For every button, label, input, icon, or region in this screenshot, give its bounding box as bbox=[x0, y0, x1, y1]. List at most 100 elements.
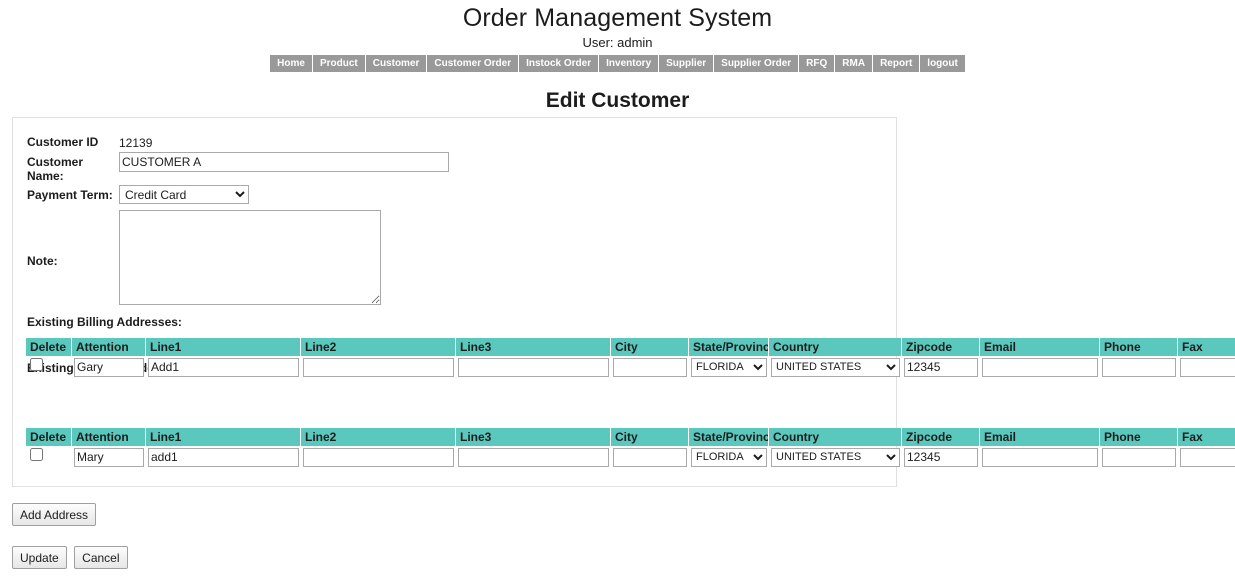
customer-form: Customer ID 12139 Customer Name: Payment… bbox=[13, 118, 896, 305]
nav-item-instock-order[interactable]: Instock Order bbox=[519, 55, 600, 72]
billing-col-line1: Line1 bbox=[146, 338, 301, 356]
billing-cell-city bbox=[611, 356, 689, 378]
nav-item-customer-order[interactable]: Customer Order bbox=[427, 55, 520, 72]
shipping-cell-country: UNITED STATES bbox=[769, 446, 902, 468]
billing-row-line2-input[interactable] bbox=[303, 357, 454, 377]
billing-cell-line1 bbox=[146, 356, 301, 378]
customer-name-input[interactable] bbox=[119, 152, 449, 172]
nav-item-rfq[interactable]: RFQ bbox=[799, 55, 836, 72]
billing-row-country-select[interactable]: UNITED STATES bbox=[771, 357, 900, 377]
billing-row-line1-input[interactable] bbox=[148, 357, 299, 377]
billing-col-line3: Line3 bbox=[456, 338, 611, 356]
shipping-col-line3: Line3 bbox=[456, 428, 611, 446]
billing-row-zipcode-input[interactable] bbox=[904, 357, 978, 377]
update-button[interactable]: Update bbox=[12, 546, 67, 569]
billing-cell-delete bbox=[26, 356, 72, 378]
shipping-row-line3-input[interactable] bbox=[458, 447, 609, 467]
billing-col-attention: Attention bbox=[72, 338, 146, 356]
shipping-row-line1-input[interactable] bbox=[148, 447, 299, 467]
shipping-table-header-row: Delete Attention Line1 Line2 Line3 City State/… bbox=[26, 428, 1235, 446]
shipping-col-state-province: State/Province bbox=[689, 428, 769, 446]
nav-item-customer[interactable]: Customer bbox=[366, 55, 428, 72]
shipping-row-line2-input[interactable] bbox=[303, 447, 454, 467]
payment-term-label: Payment Term: bbox=[27, 188, 113, 202]
shipping-cell-phone bbox=[1100, 446, 1178, 468]
shipping-col-fax: Fax bbox=[1178, 428, 1235, 446]
billing-row-phone-input[interactable] bbox=[1102, 357, 1176, 377]
billing-col-state-province: State/Province bbox=[689, 338, 769, 356]
billing-cell-state: FLORIDA bbox=[689, 356, 769, 378]
shipping-cell-email bbox=[980, 446, 1100, 468]
shipping-row-email-input[interactable] bbox=[982, 447, 1098, 467]
billing-section-label: Existing Billing Addresses: bbox=[27, 315, 182, 329]
shipping-row-country-select[interactable]: UNITED STATES bbox=[771, 447, 900, 467]
table-row: FLORIDAUNITED STATES bbox=[26, 446, 1235, 468]
nav-item-logout[interactable]: logout bbox=[920, 55, 965, 72]
shipping-row-fax-input[interactable] bbox=[1180, 447, 1235, 467]
shipping-row-city-input[interactable] bbox=[613, 447, 687, 467]
billing-row-email-input[interactable] bbox=[982, 357, 1098, 377]
payment-term-select[interactable]: Credit Card bbox=[119, 185, 249, 204]
add-address-bar: Add Address bbox=[12, 503, 97, 526]
nav-item-report[interactable]: Report bbox=[873, 55, 921, 72]
billing-table-body: FLORIDAUNITED STATES bbox=[26, 356, 1235, 378]
nav-item-supplier[interactable]: Supplier bbox=[659, 55, 715, 72]
billing-table-header-row: Delete Attention Line1 Line2 Line3 City State/… bbox=[26, 338, 1235, 356]
billing-cell-line3 bbox=[456, 356, 611, 378]
shipping-col-phone: Phone bbox=[1100, 428, 1178, 446]
shipping-cell-delete bbox=[26, 446, 72, 468]
nav-item-home[interactable]: Home bbox=[270, 55, 313, 72]
shipping-cell-line1 bbox=[146, 446, 301, 468]
shipping-cell-fax bbox=[1178, 446, 1235, 468]
field-row-customer-name: Customer Name: bbox=[27, 152, 896, 183]
billing-col-line2: Line2 bbox=[301, 338, 456, 356]
nav-item-product[interactable]: Product bbox=[313, 55, 366, 72]
billing-cell-attention bbox=[72, 356, 146, 378]
shipping-col-country: Country bbox=[769, 428, 902, 446]
field-row-payment-term: Payment Term: Credit Card bbox=[27, 185, 896, 204]
customer-name-label: Customer Name: bbox=[27, 155, 84, 183]
billing-col-country: Country bbox=[769, 338, 902, 356]
billing-col-delete: Delete bbox=[26, 338, 72, 356]
shipping-col-line1: Line1 bbox=[146, 428, 301, 446]
nav-item-inventory[interactable]: Inventory bbox=[599, 55, 660, 72]
shipping-row-delete-checkbox[interactable] bbox=[30, 448, 43, 461]
app-title: Order Management System bbox=[462, 4, 773, 32]
current-user-label: User: admin bbox=[582, 35, 653, 50]
billing-row-line3-input[interactable] bbox=[458, 357, 609, 377]
shipping-cell-line3 bbox=[456, 446, 611, 468]
shipping-cell-state: FLORIDA bbox=[689, 446, 769, 468]
billing-col-city: City bbox=[611, 338, 689, 356]
shipping-col-attention: Attention bbox=[72, 428, 146, 446]
main-navigation: Home Product Customer Customer Order Instock… bbox=[0, 55, 1235, 72]
table-row: FLORIDAUNITED STATES bbox=[26, 356, 1235, 378]
billing-row-fax-input[interactable] bbox=[1180, 357, 1235, 377]
cancel-button[interactable]: Cancel bbox=[74, 546, 128, 569]
shipping-table-body: FLORIDAUNITED STATES bbox=[26, 446, 1235, 468]
shipping-col-city: City bbox=[611, 428, 689, 446]
billing-row-attention-input[interactable] bbox=[74, 357, 144, 377]
note-label: Note: bbox=[27, 254, 58, 268]
nav-item-supplier-order[interactable]: Supplier Order bbox=[714, 55, 800, 72]
shipping-row-state-select[interactable]: FLORIDA bbox=[691, 447, 767, 467]
billing-row-delete-checkbox[interactable] bbox=[30, 358, 43, 371]
shipping-row-attention-input[interactable] bbox=[74, 447, 144, 467]
shipping-col-zipcode: Zipcode bbox=[902, 428, 980, 446]
shipping-row-phone-input[interactable] bbox=[1102, 447, 1176, 467]
note-textarea[interactable] bbox=[119, 210, 381, 305]
billing-row-state-select[interactable]: FLORIDA bbox=[691, 357, 767, 377]
billing-col-fax: Fax bbox=[1178, 338, 1235, 356]
shipping-row-zipcode-input[interactable] bbox=[904, 447, 978, 467]
shipping-cell-city bbox=[611, 446, 689, 468]
nav-item-rma[interactable]: RMA bbox=[835, 55, 874, 72]
nav-bar: Home Product Customer Customer Order Instock… bbox=[270, 55, 965, 72]
billing-cell-line2 bbox=[301, 356, 456, 378]
customer-id-label: Customer ID bbox=[27, 135, 99, 149]
billing-col-email: Email bbox=[980, 338, 1100, 356]
billing-row-city-input[interactable] bbox=[613, 357, 687, 377]
shipping-address-table: Delete Attention Line1 Line2 Line3 City State/… bbox=[26, 428, 1235, 468]
field-row-customer-id: Customer ID 12139 bbox=[27, 132, 896, 150]
billing-cell-phone bbox=[1100, 356, 1178, 378]
shipping-cell-attention bbox=[72, 446, 146, 468]
add-address-button[interactable]: Add Address bbox=[12, 503, 97, 526]
